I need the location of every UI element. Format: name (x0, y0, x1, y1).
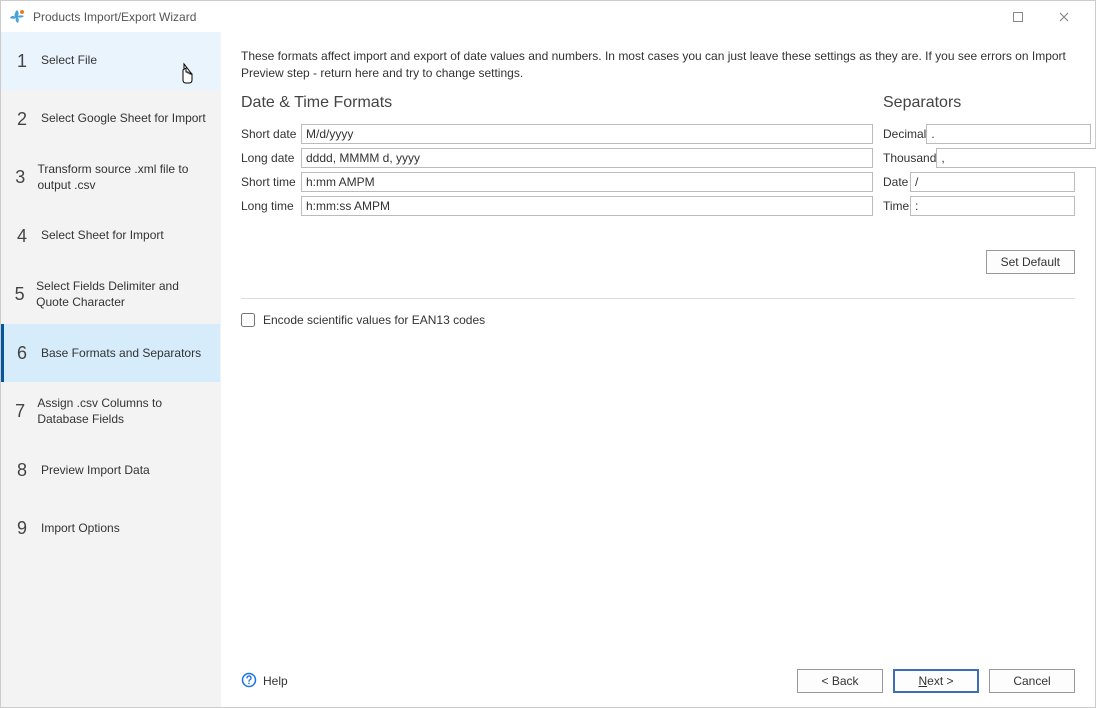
date-sep-input[interactable] (910, 172, 1075, 192)
next-button[interactable]: Next > (893, 669, 979, 693)
encode-ean13-checkbox[interactable] (241, 313, 255, 327)
short-date-label: Short date (241, 127, 301, 141)
short-date-row: Short date (241, 124, 873, 144)
step-label: Transform source .xml file to output .cs… (37, 162, 208, 193)
short-time-label: Short time (241, 175, 301, 189)
window-title: Products Import/Export Wizard (33, 10, 995, 24)
sidebar-step-assign-columns[interactable]: 7 Assign .csv Columns to Database Fields (1, 382, 220, 441)
step-label: Preview Import Data (41, 463, 150, 479)
long-time-row: Long time (241, 196, 873, 216)
help-label: Help (263, 674, 288, 688)
short-time-row: Short time (241, 172, 873, 192)
short-date-input[interactable] (301, 124, 873, 144)
encode-ean13-label[interactable]: Encode scientific values for EAN13 codes (263, 313, 485, 327)
thousand-input[interactable] (936, 148, 1096, 168)
sidebar-step-select-file[interactable]: 1 Select File (1, 32, 220, 90)
titlebar: Products Import/Export Wizard (1, 1, 1095, 32)
step-number: 9 (13, 518, 31, 539)
date-sep-label: Date (883, 175, 910, 189)
window-controls (995, 1, 1087, 32)
step-label: Select Fields Delimiter and Quote Charac… (36, 279, 208, 310)
step-label: Select Sheet for Import (41, 228, 164, 244)
thousand-row: Thousand (883, 148, 1075, 168)
separators-title: Separators (883, 94, 1075, 112)
help-link[interactable]: Help (241, 672, 288, 691)
sidebar-step-delimiter[interactable]: 5 Select Fields Delimiter and Quote Char… (1, 265, 220, 324)
help-icon (241, 672, 257, 691)
thousand-label: Thousand (883, 151, 936, 165)
content-panel: These formats affect import and export o… (221, 32, 1095, 707)
step-number: 3 (13, 167, 27, 188)
footer: Help < Back Next > Cancel (241, 669, 1075, 693)
decimal-row: Decimal (883, 124, 1075, 144)
divider (241, 298, 1075, 299)
long-date-input[interactable] (301, 148, 873, 168)
time-sep-row: Time (883, 196, 1075, 216)
decimal-input[interactable] (926, 124, 1091, 144)
app-icon (9, 9, 25, 25)
maximize-button[interactable] (995, 1, 1041, 32)
short-time-input[interactable] (301, 172, 873, 192)
long-time-input[interactable] (301, 196, 873, 216)
step-number: 4 (13, 226, 31, 247)
step-number: 7 (13, 401, 27, 422)
description-text: These formats affect import and export o… (241, 48, 1075, 82)
step-label: Base Formats and Separators (41, 346, 201, 362)
datetime-formats-title: Date & Time Formats (241, 94, 873, 112)
long-date-label: Long date (241, 151, 301, 165)
step-label: Select File (41, 53, 97, 69)
back-button[interactable]: < Back (797, 669, 883, 693)
date-sep-row: Date (883, 172, 1075, 192)
time-sep-label: Time (883, 199, 910, 213)
long-date-row: Long date (241, 148, 873, 168)
sidebar-step-preview[interactable]: 8 Preview Import Data (1, 442, 220, 500)
sidebar-step-base-formats[interactable]: 6 Base Formats and Separators (1, 324, 220, 382)
wizard-sidebar: 1 Select File 2 Select Google Sheet for … (1, 32, 221, 707)
close-button[interactable] (1041, 1, 1087, 32)
step-label: Import Options (41, 521, 120, 537)
step-number: 1 (13, 51, 31, 72)
step-label: Select Google Sheet for Import (41, 111, 206, 127)
long-time-label: Long time (241, 199, 301, 213)
sidebar-step-import-options[interactable]: 9 Import Options (1, 500, 220, 558)
time-sep-input[interactable] (910, 196, 1075, 216)
step-number: 5 (13, 284, 26, 305)
decimal-label: Decimal (883, 127, 926, 141)
cancel-button[interactable]: Cancel (989, 669, 1075, 693)
set-default-button[interactable]: Set Default (986, 250, 1075, 274)
step-number: 6 (13, 343, 31, 364)
sidebar-step-google-sheet[interactable]: 2 Select Google Sheet for Import (1, 90, 220, 148)
step-label: Assign .csv Columns to Database Fields (37, 396, 208, 427)
step-number: 2 (13, 109, 31, 130)
sidebar-step-select-sheet[interactable]: 4 Select Sheet for Import (1, 207, 220, 265)
step-number: 8 (13, 460, 31, 481)
sidebar-step-transform-xml[interactable]: 3 Transform source .xml file to output .… (1, 148, 220, 207)
